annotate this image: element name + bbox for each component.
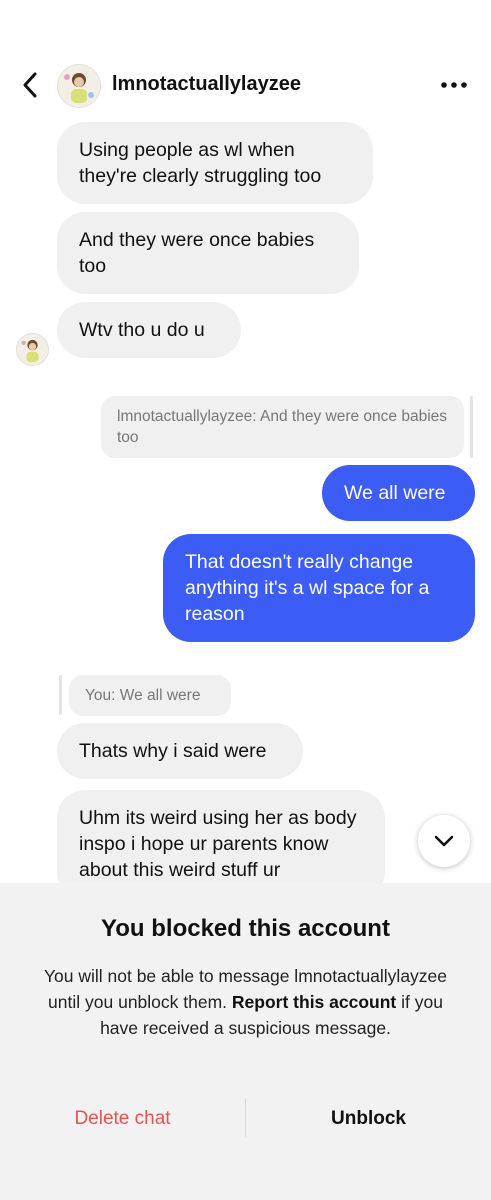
message-bubble-incoming[interactable]: Wtv tho u do u — [57, 302, 241, 358]
scroll-to-bottom-button[interactable] — [418, 815, 470, 867]
chat-username[interactable]: lmnotactuallylayzee — [112, 73, 301, 96]
reply-quote-bar — [470, 396, 473, 458]
message-bubble-incoming[interactable]: And they were once babies too — [57, 212, 359, 294]
delete-chat-button[interactable]: Delete chat — [0, 1091, 245, 1147]
message-bubble-outgoing[interactable]: That doesn't really change anything it's… — [163, 534, 475, 642]
chevron-left-icon — [23, 72, 37, 98]
message-bubble-outgoing[interactable]: We all were — [322, 465, 475, 521]
more-options-button[interactable] — [439, 72, 469, 98]
reply-quote[interactable]: lmnotactuallylayzee: And they were once … — [101, 396, 464, 458]
chevron-down-icon — [434, 835, 454, 847]
report-account-link[interactable]: Report this account — [232, 992, 396, 1012]
chat-header: lmnotactuallylayzee — [0, 58, 491, 112]
blocked-description: You will not be able to message lmnotact… — [30, 963, 461, 1041]
back-button[interactable] — [16, 68, 44, 102]
message-bubble-incoming[interactable]: Using people as wl when they're clearly … — [57, 122, 373, 204]
blocked-account-panel: You blocked this account You will not be… — [0, 883, 491, 1200]
reply-quote-bar — [59, 675, 62, 715]
message-bubble-incoming[interactable]: Thats why i said were — [57, 723, 303, 779]
more-horizontal-icon — [441, 82, 467, 88]
reply-quote[interactable]: You: We all were — [69, 675, 231, 716]
avatar[interactable] — [57, 64, 101, 108]
sender-avatar[interactable] — [16, 333, 49, 366]
panel-actions: Delete chat Unblock — [0, 1091, 491, 1147]
unblock-button[interactable]: Unblock — [246, 1091, 491, 1147]
blocked-title: You blocked this account — [101, 915, 390, 942]
